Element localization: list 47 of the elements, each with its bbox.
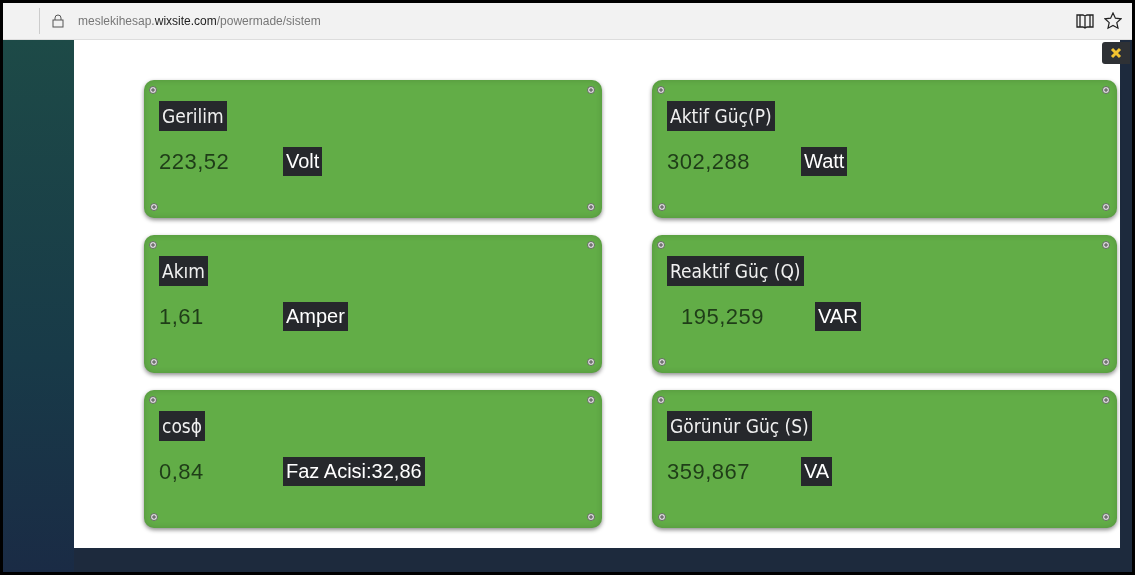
card-title: Akım bbox=[159, 256, 208, 286]
screw-icon bbox=[149, 396, 157, 404]
card-title: Aktif Güç(P) bbox=[667, 101, 775, 131]
card-title: Gerilim bbox=[159, 101, 227, 131]
screw-icon bbox=[587, 86, 595, 94]
screw-icon bbox=[150, 358, 158, 366]
measured-value: 1,61 bbox=[159, 303, 205, 330]
screw-icon bbox=[150, 513, 158, 521]
unit-label: Volt bbox=[283, 147, 323, 176]
screw-icon bbox=[149, 86, 157, 94]
screw-icon bbox=[657, 241, 665, 249]
screw-icon bbox=[658, 513, 666, 521]
unit-label: Watt bbox=[801, 147, 848, 176]
star-icon[interactable] bbox=[1104, 12, 1122, 30]
measured-value: 223,52 bbox=[159, 148, 231, 175]
screw-icon bbox=[1102, 86, 1110, 94]
unit-label: VAR bbox=[815, 302, 861, 331]
measured-value: 0,84 bbox=[159, 458, 205, 485]
screw-icon bbox=[1102, 358, 1110, 366]
measured-value: 359,867 bbox=[667, 458, 752, 485]
screw-icon bbox=[1102, 203, 1110, 211]
book-icon[interactable] bbox=[1076, 13, 1094, 29]
close-button[interactable] bbox=[1102, 42, 1130, 64]
measured-value: 302,288 bbox=[667, 148, 752, 175]
measured-value: 195,259 bbox=[680, 303, 766, 330]
screw-icon bbox=[657, 396, 665, 404]
screw-icon bbox=[149, 241, 157, 249]
screw-icon bbox=[587, 513, 595, 521]
lock-icon bbox=[52, 14, 64, 28]
screw-icon bbox=[658, 203, 666, 211]
screw-icon bbox=[587, 396, 595, 404]
card-title: Reaktif Güç (Q) bbox=[667, 256, 804, 286]
screw-icon bbox=[657, 86, 665, 94]
unit-label: VA bbox=[801, 457, 833, 486]
screw-icon bbox=[658, 358, 666, 366]
screw-icon bbox=[150, 203, 158, 211]
screw-icon bbox=[1102, 241, 1110, 249]
close-icon bbox=[1110, 47, 1122, 59]
card-title: Görünür Güç (S) bbox=[667, 411, 812, 441]
unit-label: Faz Acisi:32,86 bbox=[283, 457, 425, 486]
screw-icon bbox=[1102, 396, 1110, 404]
screw-icon bbox=[587, 203, 595, 211]
screw-icon bbox=[1102, 513, 1110, 521]
screw-icon bbox=[587, 241, 595, 249]
card-title: cosϕ bbox=[159, 411, 206, 441]
unit-label: Amper bbox=[283, 302, 348, 331]
screw-icon bbox=[587, 358, 595, 366]
